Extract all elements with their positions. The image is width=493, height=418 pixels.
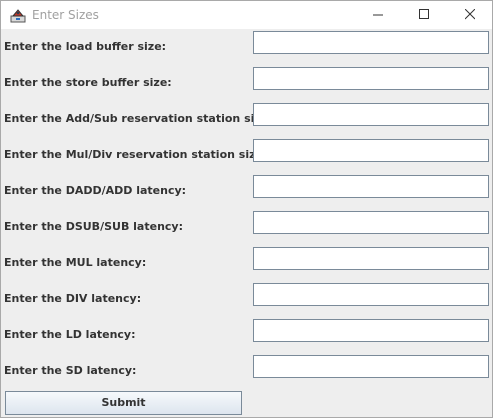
dsub-latency-input[interactable] [253,211,489,234]
div-latency-label: Enter the DIV latency: [4,292,142,305]
div-latency-input[interactable] [253,283,489,306]
close-icon [465,9,475,20]
minimize-button[interactable] [355,1,401,29]
mul-latency-row: Enter the MUL latency: [1,245,492,281]
mul-latency-label: Enter the MUL latency: [4,256,147,269]
ld-latency-row: Enter the LD latency: [1,317,492,353]
dadd-latency-label: Enter the DADD/ADD latency: [4,184,187,197]
enter-sizes-window: Enter Sizes Enter the load buffer size: … [0,0,493,418]
close-button[interactable] [447,1,493,29]
addsub-station-row: Enter the Add/Sub reservation station si… [1,101,492,137]
muldiv-station-row: Enter the Mul/Div reservation station si… [1,137,492,173]
ld-latency-input[interactable] [253,319,489,342]
submit-button[interactable]: Submit [5,391,242,415]
store-buffer-input[interactable] [253,67,489,90]
sd-latency-label: Enter the SD latency: [4,364,137,377]
store-buffer-row: Enter the store buffer size: [1,65,492,101]
ld-latency-label: Enter the LD latency: [4,328,136,341]
mul-latency-input[interactable] [253,247,489,270]
div-latency-row: Enter the DIV latency: [1,281,492,317]
window-title: Enter Sizes [32,8,99,22]
store-buffer-label: Enter the store buffer size: [4,76,172,89]
dadd-latency-row: Enter the DADD/ADD latency: [1,173,492,209]
muldiv-station-label: Enter the Mul/Div reservation station si… [4,148,268,161]
load-buffer-input[interactable] [253,31,489,54]
dsub-latency-row: Enter the DSUB/SUB latency: [1,209,492,245]
form-panel: Enter the load buffer size: Enter the st… [1,29,492,417]
java-app-icon [10,7,26,23]
title-bar[interactable]: Enter Sizes [1,1,492,29]
dadd-latency-input[interactable] [253,175,489,198]
maximize-button[interactable] [401,1,447,29]
addsub-station-input[interactable] [253,103,489,126]
dsub-latency-label: Enter the DSUB/SUB latency: [4,220,183,233]
load-buffer-label: Enter the load buffer size: [4,40,167,53]
muldiv-station-input[interactable] [253,139,489,162]
addsub-station-label: Enter the Add/Sub reservation station si… [4,112,273,125]
maximize-icon [419,9,429,19]
minimize-icon [373,14,383,16]
load-buffer-row: Enter the load buffer size: [1,29,492,65]
sd-latency-row: Enter the SD latency: [1,353,492,389]
sd-latency-input[interactable] [253,355,489,378]
